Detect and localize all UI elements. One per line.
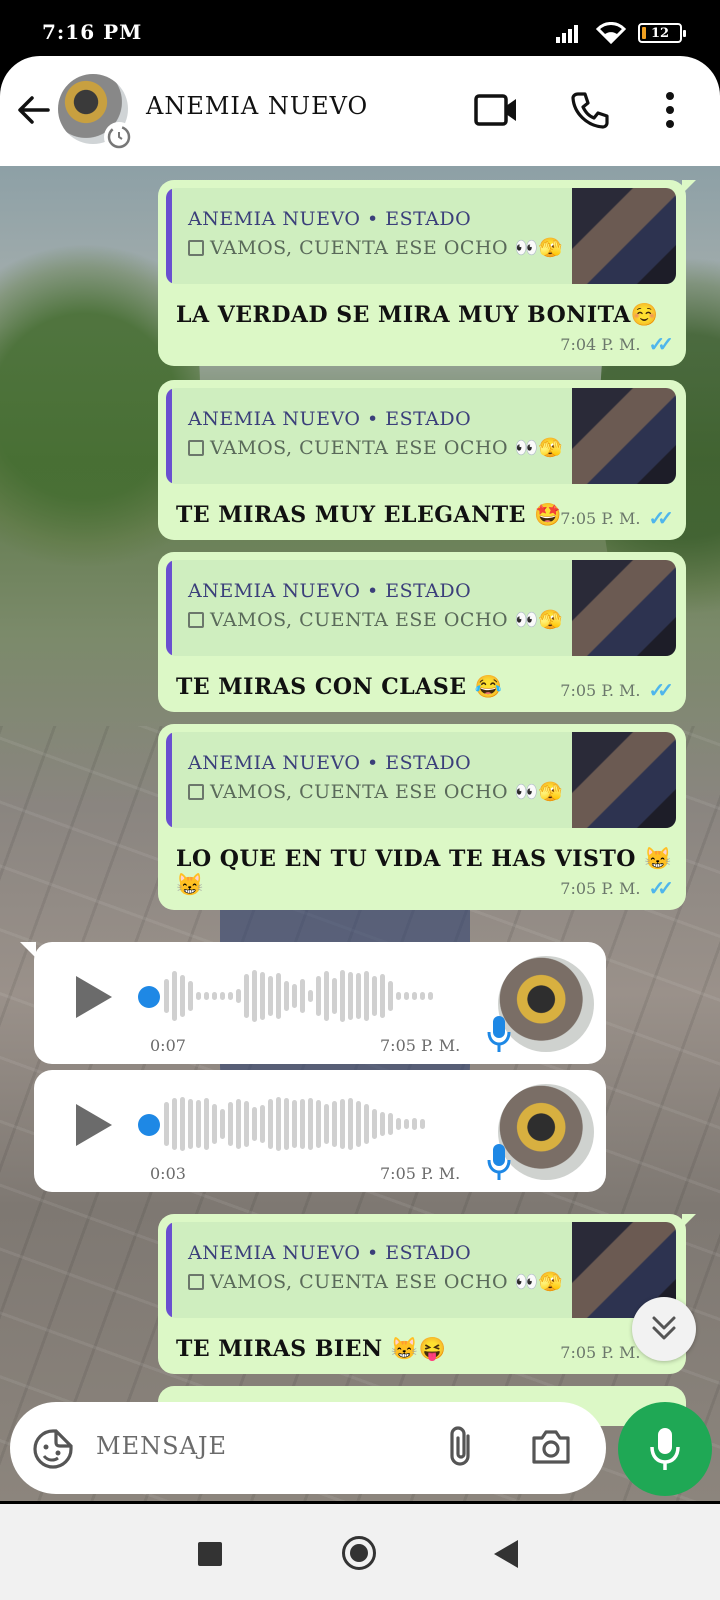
chat-header: ANEMIA NUEVO: [0, 56, 720, 166]
mic-icon: [650, 1428, 680, 1470]
home-button[interactable]: [342, 1536, 376, 1570]
message-input[interactable]: MENSAJE: [96, 1432, 227, 1460]
scroll-to-bottom-button[interactable]: [632, 1297, 696, 1361]
read-ticks-icon: ✓✓: [648, 332, 673, 356]
message-time: 7:05 P. M.: [560, 878, 641, 898]
voice-message[interactable]: 0:03 7:05 P. M.: [34, 1070, 606, 1192]
quote-text: VAMOS, CUENTA ESE OCHO 👀🫣: [210, 781, 563, 803]
quoted-status[interactable]: ANEMIA NUEVO • ESTADO VAMOS, CUENTA ESE …: [166, 732, 676, 828]
message-bubble[interactable]: ANEMIA NUEVO • ESTADO VAMOS, CUENTA ESE …: [158, 552, 686, 712]
message-time: 7:05 P. M.: [560, 1342, 641, 1362]
status-bar: 7:16 PM 12: [0, 0, 720, 62]
attach-icon[interactable]: [446, 1424, 476, 1470]
message-time: 7:05 P. M.: [560, 508, 641, 528]
image-icon: [188, 1273, 204, 1290]
recents-button[interactable]: [198, 1542, 222, 1566]
more-vert-icon[interactable]: [664, 90, 676, 130]
chat-area[interactable]: ANEMIA NUEVO • ESTADO VAMOS, CUENTA ESE …: [0, 166, 720, 1501]
battery-icon: 12: [638, 23, 686, 43]
audio-duration: 0:07: [150, 1036, 186, 1055]
record-voice-button[interactable]: [618, 1402, 712, 1496]
quote-text-row: VAMOS, CUENTA ESE OCHO 👀🫣: [188, 780, 563, 803]
mic-icon: [487, 1016, 511, 1052]
message-bubble[interactable]: ANEMIA NUEVO • ESTADO VAMOS, CUENTA ESE …: [158, 380, 686, 540]
message-meta: 7:05 P. M. ✓✓: [560, 678, 673, 702]
message-meta: 7:05 P. M. ✓✓: [560, 506, 673, 530]
quoted-status[interactable]: ANEMIA NUEVO • ESTADO VAMOS, CUENTA ESE …: [166, 388, 676, 484]
play-icon[interactable]: [76, 976, 112, 1018]
status-icons: 12: [556, 22, 686, 44]
play-icon[interactable]: [76, 1104, 112, 1146]
camera-icon[interactable]: [530, 1428, 572, 1466]
signal-icon: [556, 25, 578, 43]
message-bubble[interactable]: ANEMIA NUEVO • ESTADO VAMOS, CUENTA ESE …: [158, 180, 696, 366]
quote-author: ANEMIA NUEVO • ESTADO: [188, 1242, 472, 1264]
image-icon: [188, 783, 204, 800]
read-ticks-icon: ✓✓: [648, 876, 673, 900]
quote-text-row: VAMOS, CUENTA ESE OCHO 👀🫣: [188, 608, 563, 631]
message-text: LA VERDAD SE MIRA MUY BONITA☺️: [176, 302, 659, 328]
message-time: 7:04 P. M.: [560, 334, 641, 354]
quoted-status[interactable]: ANEMIA NUEVO • ESTADO VAMOS, CUENTA ESE …: [166, 560, 676, 656]
quoted-status[interactable]: ANEMIA NUEVO • ESTADO VAMOS, CUENTA ESE …: [166, 1222, 676, 1318]
system-nav-bar: [0, 1504, 720, 1600]
sender-avatar: [498, 1084, 594, 1180]
message-bubble[interactable]: ANEMIA NUEVO • ESTADO VAMOS, CUENTA ESE …: [158, 724, 686, 910]
status-thumbnail: [572, 388, 676, 484]
back-arrow-icon[interactable]: [14, 90, 54, 130]
status-thumbnail: [572, 560, 676, 656]
message-bubble[interactable]: ANEMIA NUEVO • ESTADO VAMOS, CUENTA ESE …: [158, 1214, 696, 1374]
message-meta: 7:04 P. M. ✓✓: [560, 332, 673, 356]
quote-text: VAMOS, CUENTA ESE OCHO 👀🫣: [210, 1271, 563, 1293]
wifi-icon: [596, 22, 626, 44]
voice-message[interactable]: 0:07 7:05 P. M.: [20, 942, 606, 1064]
sender-avatar: [498, 956, 594, 1052]
quote-author: ANEMIA NUEVO • ESTADO: [188, 408, 472, 430]
battery-level: 12: [650, 25, 670, 41]
video-call-icon[interactable]: [474, 92, 518, 128]
mic-icon: [487, 1144, 511, 1180]
quote-text: VAMOS, CUENTA ESE OCHO 👀🫣: [210, 437, 563, 459]
message-time: 7:05 P. M.: [380, 1164, 461, 1183]
message-time: 7:05 P. M.: [560, 680, 641, 700]
message-input-bar[interactable]: MENSAJE: [10, 1402, 606, 1494]
contact-name[interactable]: ANEMIA NUEVO: [146, 92, 368, 120]
double-chevron-down-icon: [652, 1316, 676, 1340]
image-icon: [188, 611, 204, 628]
quote-author: ANEMIA NUEVO • ESTADO: [188, 752, 472, 774]
quote-text-row: VAMOS, CUENTA ESE OCHO 👀🫣: [188, 236, 563, 259]
quote-author: ANEMIA NUEVO • ESTADO: [188, 580, 472, 602]
image-icon: [188, 439, 204, 456]
audio-progress-handle[interactable]: [138, 986, 160, 1008]
status-thumbnail: [572, 732, 676, 828]
audio-progress-handle[interactable]: [138, 1114, 160, 1136]
sticker-icon[interactable]: [32, 1428, 74, 1470]
read-ticks-icon: ✓✓: [648, 678, 673, 702]
audio-waveform[interactable]: [164, 1092, 464, 1156]
phone-icon[interactable]: [570, 90, 610, 130]
read-ticks-icon: ✓✓: [648, 506, 673, 530]
quoted-status[interactable]: ANEMIA NUEVO • ESTADO VAMOS, CUENTA ESE …: [166, 188, 676, 284]
message-meta: 7:05 P. M. ✓✓: [560, 876, 673, 900]
quote-text-row: VAMOS, CUENTA ESE OCHO 👀🫣: [188, 1270, 563, 1293]
quote-text: VAMOS, CUENTA ESE OCHO 👀🫣: [210, 609, 563, 631]
status-thumbnail: [572, 188, 676, 284]
status-timer-icon: [104, 122, 134, 152]
quote-text-row: VAMOS, CUENTA ESE OCHO 👀🫣: [188, 436, 563, 459]
audio-waveform[interactable]: [164, 964, 464, 1028]
back-button[interactable]: [494, 1540, 518, 1568]
quote-author: ANEMIA NUEVO • ESTADO: [188, 208, 472, 230]
message-time: 7:05 P. M.: [380, 1036, 461, 1055]
audio-duration: 0:03: [150, 1164, 186, 1183]
image-icon: [188, 239, 204, 256]
quote-text: VAMOS, CUENTA ESE OCHO 👀🫣: [210, 237, 563, 259]
status-time: 7:16 PM: [42, 20, 143, 44]
